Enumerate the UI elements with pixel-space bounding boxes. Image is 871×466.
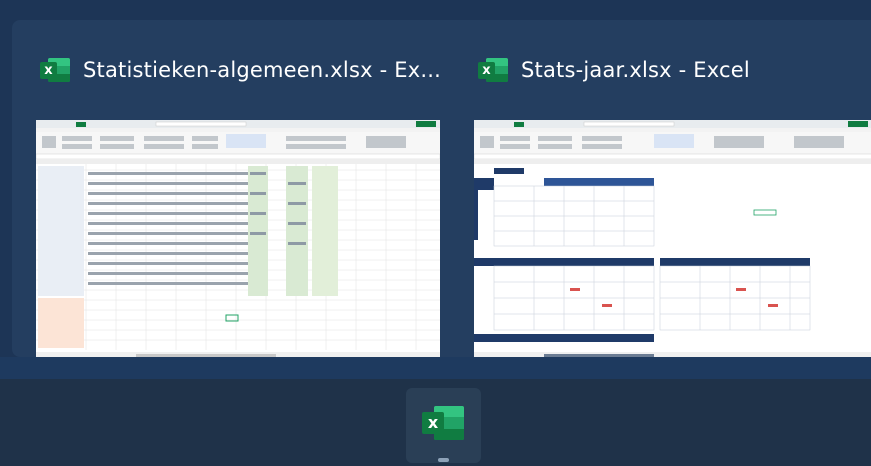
window-preview-header: x Stats-jaar.xlsx - Excel [464, 42, 871, 98]
excel-icon: x [422, 406, 464, 440]
window-preview-statistieken[interactable]: x Statistieken-algemeen.xlsx - Ex... [26, 42, 450, 366]
window-title: Statistieken-algemeen.xlsx - Ex... [83, 58, 441, 82]
panel-shadow [0, 357, 871, 379]
excel-icon: x [478, 58, 508, 82]
taskbar-excel-button[interactable]: x [406, 388, 481, 463]
excel-icon: x [40, 58, 70, 82]
running-indicator [438, 458, 449, 462]
taskbar-preview-panel: x Statistieken-algemeen.xlsx - Ex... x S… [12, 20, 871, 362]
window-preview-stats-jaar[interactable]: x Stats-jaar.xlsx - Excel [464, 42, 871, 366]
window-title: Stats-jaar.xlsx - Excel [521, 58, 750, 82]
window-thumbnail[interactable] [36, 120, 440, 362]
window-thumbnail[interactable] [474, 120, 871, 362]
window-preview-header: x Statistieken-algemeen.xlsx - Ex... [26, 42, 450, 98]
